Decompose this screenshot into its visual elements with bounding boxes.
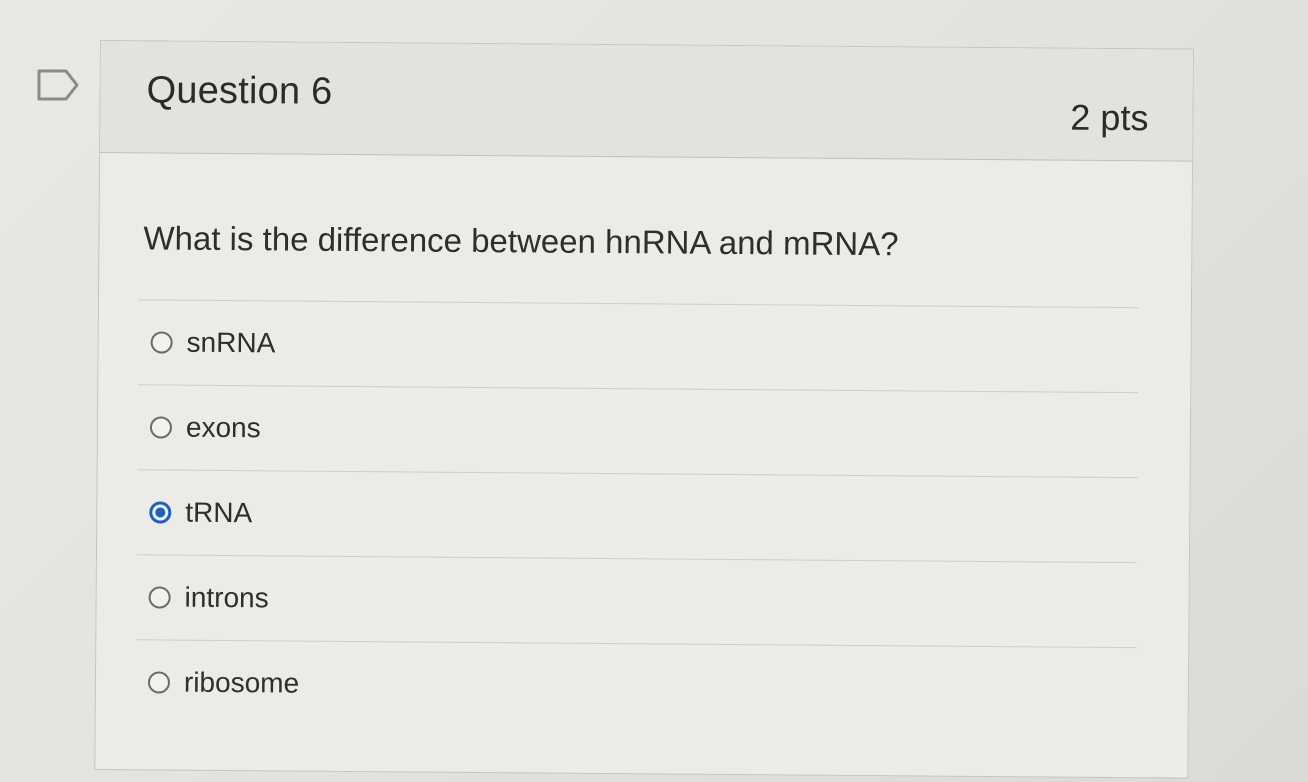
question-title: Question 6 xyxy=(146,69,333,113)
answer-label: exons xyxy=(185,411,261,444)
radio-button[interactable] xyxy=(147,671,171,694)
answer-option-ribosome[interactable]: ribosome xyxy=(136,640,1137,732)
answer-label: ribosome xyxy=(183,666,300,699)
answer-option-introns[interactable]: introns xyxy=(136,555,1137,647)
radio-button[interactable] xyxy=(148,586,171,609)
answer-option-trna[interactable]: tRNA xyxy=(137,470,1138,562)
question-points: 2 pts xyxy=(1070,96,1149,139)
answer-label: introns xyxy=(184,581,269,614)
answer-label: snRNA xyxy=(186,326,276,359)
question-card: Question 6 2 pts What is the difference … xyxy=(94,40,1194,779)
answer-option-exons[interactable]: exons xyxy=(138,385,1139,477)
radio-button[interactable] xyxy=(150,331,173,354)
answer-label: tRNA xyxy=(185,496,253,529)
flag-icon[interactable] xyxy=(36,68,80,102)
question-header: Question 6 2 pts xyxy=(100,41,1193,162)
radio-button[interactable] xyxy=(149,416,173,439)
answer-list: snRNA exons tRNA introns ribosome xyxy=(136,299,1139,732)
radio-button-selected[interactable] xyxy=(149,501,172,524)
quiz-page: Question 6 2 pts What is the difference … xyxy=(0,0,1308,782)
question-text: What is the difference between hnRNA and… xyxy=(143,219,899,263)
answer-option-snrna[interactable]: snRNA xyxy=(138,300,1139,392)
